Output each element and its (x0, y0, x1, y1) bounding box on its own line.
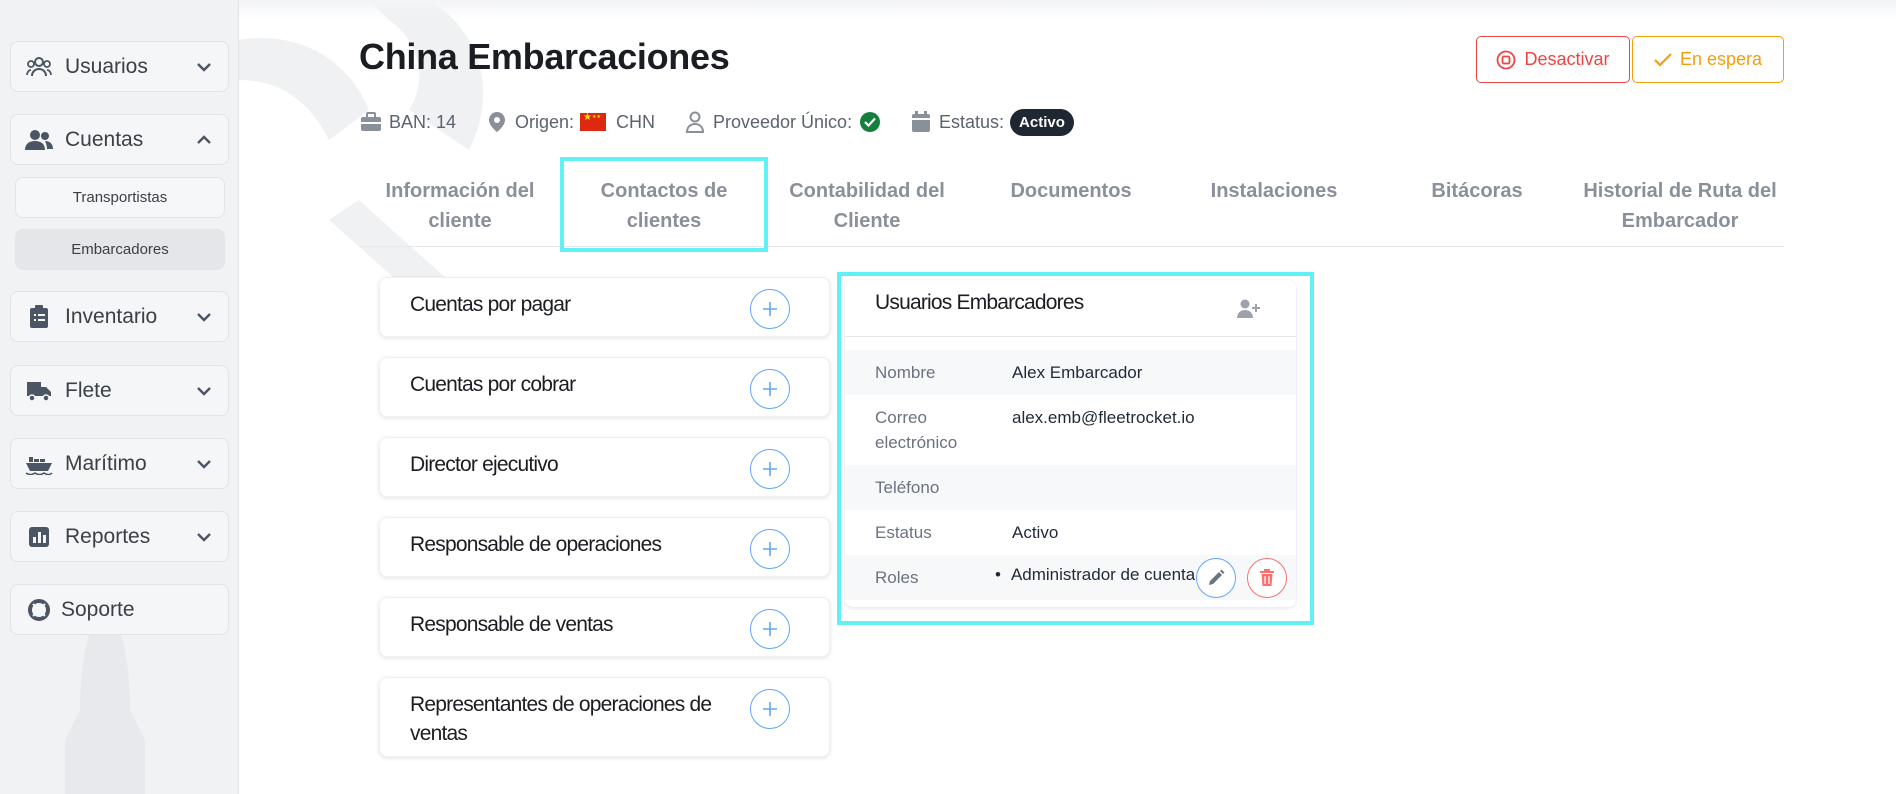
origin-label: Origen: (515, 111, 575, 132)
tab-contabilidad-cliente[interactable]: Contabilidad del Cliente (767, 176, 967, 236)
chevron-down-icon (194, 57, 214, 77)
contact-card-title: Director ejecutivo (410, 453, 559, 476)
plus-icon (763, 462, 777, 476)
contact-card: Responsable de operaciones (379, 517, 830, 577)
plus-icon (763, 702, 777, 716)
add-contact-button[interactable] (750, 289, 790, 329)
provider-label: Proveedor Único: (713, 111, 853, 132)
contact-card: Director ejecutivo (379, 437, 830, 497)
sidebar-item-inventario[interactable]: Inventario (10, 291, 229, 342)
contact-card: Responsable de ventas (379, 597, 830, 657)
add-contact-button[interactable] (750, 689, 790, 729)
sidebar-subitem-transportistas[interactable]: Transportistas (15, 177, 225, 218)
plus-icon (763, 542, 777, 556)
sidebar-item-usuarios[interactable]: Usuarios (10, 41, 229, 92)
briefcase-icon (359, 110, 383, 134)
chevron-down-icon (194, 527, 214, 547)
chevron-down-icon (194, 381, 214, 401)
tab-informacion-cliente[interactable]: Información del cliente (360, 176, 560, 236)
contact-card: Cuentas por pagar (379, 277, 830, 337)
deactivate-button[interactable]: Desactivar (1476, 36, 1630, 83)
tab-historial-ruta[interactable]: Historial de Ruta del Embarcador (1580, 176, 1780, 236)
contact-card-title: Cuentas por cobrar (410, 373, 576, 396)
check-icon (1654, 52, 1672, 67)
sidebar-item-cuentas[interactable]: Cuentas (10, 114, 229, 165)
stop-circle-icon (1496, 50, 1516, 70)
provider-info: Proveedor Único: (683, 107, 881, 137)
person-icon (683, 110, 707, 134)
on-hold-label: En espera (1679, 49, 1763, 69)
sidebar-item-flete[interactable]: Flete (10, 365, 229, 416)
chevron-down-icon (194, 307, 214, 327)
truck-icon (25, 377, 53, 405)
tab-instalaciones[interactable]: Instalaciones (1174, 176, 1374, 206)
sidebar-item-label: Reportes (65, 524, 151, 548)
sidebar-item-label: Cuentas (65, 127, 144, 151)
status-label: Estatus: (939, 111, 1005, 132)
add-contact-button[interactable] (750, 529, 790, 569)
add-contact-button[interactable] (750, 449, 790, 489)
ban-text: BAN: 14 (389, 111, 457, 132)
origin-value: CHN (616, 111, 656, 132)
top-bar-shadow (239, 0, 1896, 20)
contact-card: Cuentas por cobrar (379, 357, 830, 417)
sidebar-item-reportes[interactable]: Reportes (10, 511, 229, 562)
sidebar-item-label: Inventario (65, 304, 158, 328)
sidebar: Usuarios Cuentas Transportistas Embarcad… (0, 0, 239, 794)
ban-info: BAN: 14 (359, 107, 456, 137)
tab-documentos[interactable]: Documentos (971, 176, 1171, 206)
clipboard-icon (25, 303, 53, 331)
contact-card: Representantes de operaciones de ventas (379, 677, 830, 757)
tab-bitacoras[interactable]: Bitácoras (1377, 176, 1577, 206)
accounts-icon (25, 126, 53, 154)
chart-icon (25, 523, 53, 551)
deactivate-label: Desactivar (1524, 49, 1610, 69)
add-contact-button[interactable] (750, 369, 790, 409)
page-title: China Embarcaciones (359, 36, 730, 77)
check-circle-icon (860, 112, 881, 132)
status-badge: Activo (1010, 108, 1074, 136)
contact-card-title: Responsable de ventas (410, 613, 613, 636)
contact-card-title: Representantes de operaciones de ventas (410, 693, 712, 745)
sidebar-item-label: Soporte (61, 597, 135, 621)
calendar-icon (909, 110, 933, 134)
on-hold-button[interactable]: En espera (1632, 36, 1784, 83)
add-contact-button[interactable] (750, 609, 790, 649)
contact-card-title: Cuentas por pagar (410, 293, 571, 316)
chevron-down-icon (194, 454, 214, 474)
location-pin-icon (485, 110, 509, 134)
sidebar-item-maritimo[interactable]: Marítimo (10, 438, 229, 489)
sidebar-subitem-embarcadores[interactable]: Embarcadores (15, 229, 225, 270)
sidebar-item-label: Marítimo (65, 451, 147, 475)
plus-icon (763, 622, 777, 636)
sidebar-item-label: Flete (65, 378, 112, 402)
panel-highlight-box (837, 272, 1314, 625)
contact-card-title: Responsable de operaciones (410, 533, 662, 556)
origin-info: Origen: CHN (485, 107, 655, 137)
chevron-up-icon (194, 130, 214, 150)
lifebuoy-icon (25, 596, 53, 624)
plus-icon (763, 302, 777, 316)
ship-icon (25, 450, 53, 478)
users-icon (25, 53, 53, 81)
status-info: Estatus: Activo (909, 107, 1074, 137)
sidebar-item-soporte[interactable]: Soporte (10, 584, 229, 635)
tab-highlight-box (560, 157, 768, 252)
sidebar-item-label: Usuarios (65, 54, 148, 78)
china-flag-icon (580, 112, 607, 131)
plus-icon (763, 382, 777, 396)
